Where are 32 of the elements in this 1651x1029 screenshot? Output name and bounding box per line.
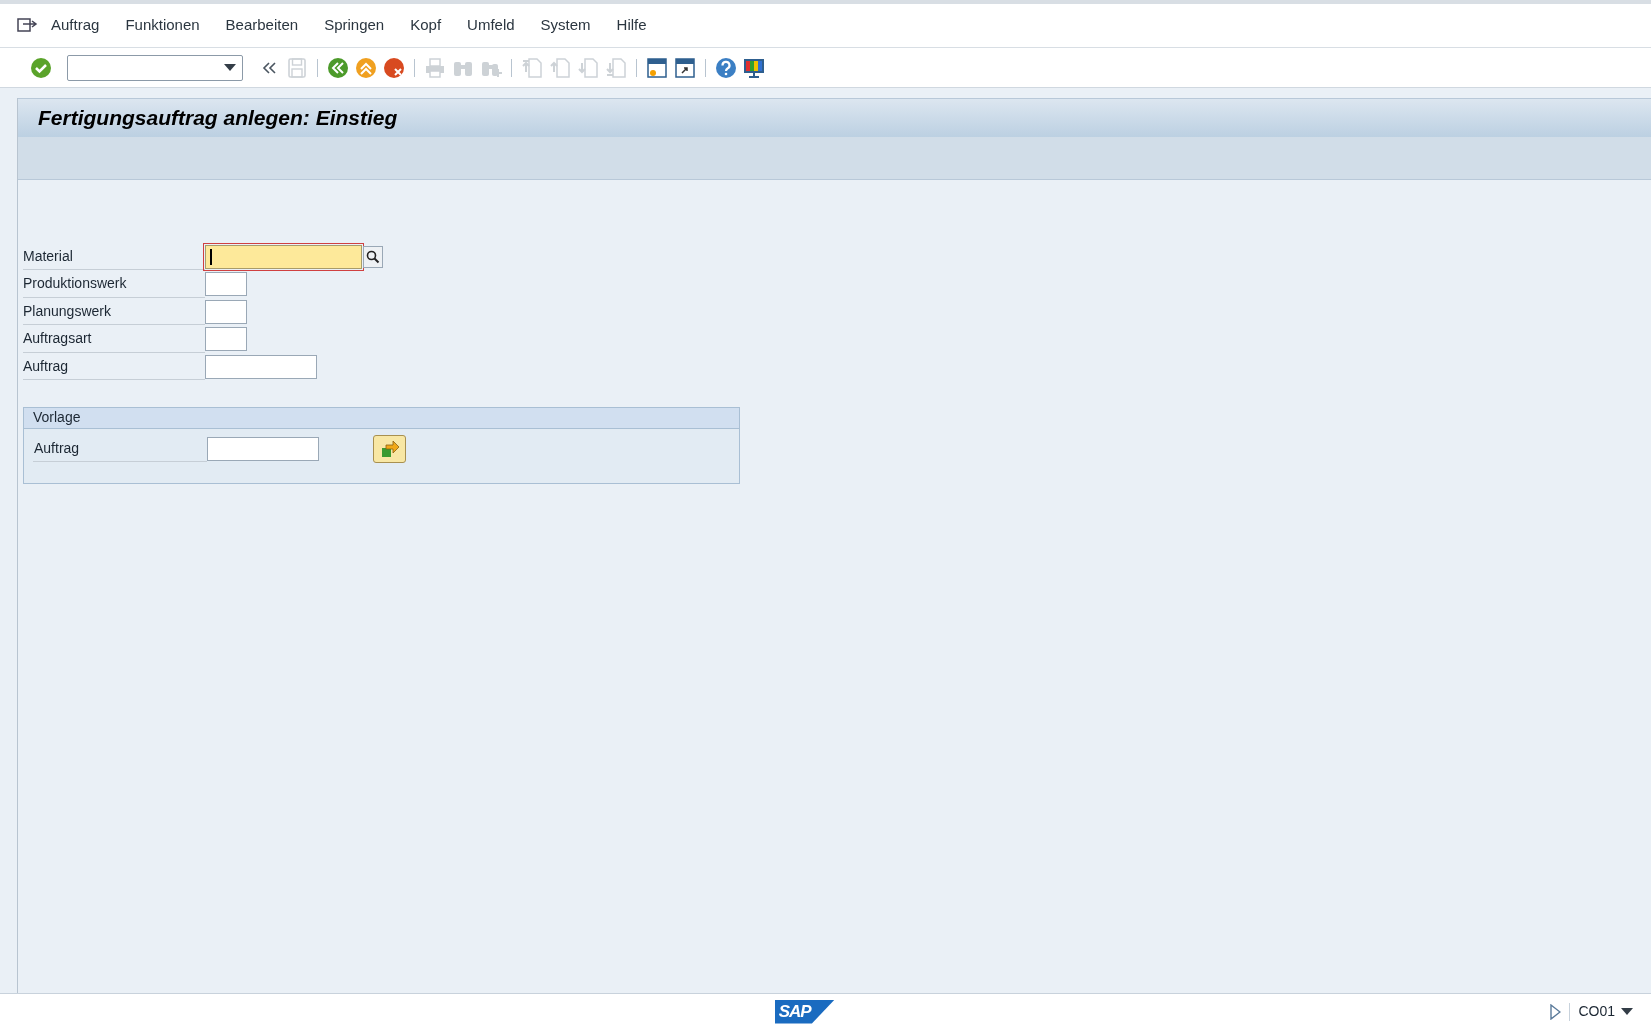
menu-item[interactable]: Hilfe — [616, 14, 647, 37]
menu-item[interactable]: Springen — [324, 14, 385, 37]
menu-item[interactable]: Auftrag — [51, 14, 100, 37]
input-field[interactable] — [205, 244, 362, 269]
menu-item[interactable]: Funktionen — [125, 14, 200, 37]
menu-item[interactable]: System — [540, 14, 591, 37]
menu-item[interactable]: Kopf — [410, 14, 442, 37]
back-icon[interactable] — [326, 55, 350, 80]
menu-icon[interactable] — [16, 16, 38, 35]
dropdown-caret-icon[interactable] — [224, 63, 236, 72]
menu-item[interactable]: Umfeld — [467, 14, 515, 37]
menu-item[interactable]: Bearbeiten — [225, 14, 299, 37]
arrow-icon — [379, 439, 400, 458]
shortcut-window-icon[interactable] — [673, 55, 697, 80]
play-icon[interactable] — [1549, 1003, 1562, 1020]
cancel-icon[interactable] — [382, 55, 406, 80]
checkmark-icon[interactable] — [29, 55, 53, 80]
input-field[interactable] — [205, 272, 247, 297]
copy-template-button[interactable] — [373, 434, 406, 463]
transaction-code: CO01 — [1578, 1002, 1615, 1021]
dropdown-caret-icon[interactable] — [1621, 1007, 1633, 1016]
input-field[interactable] — [205, 299, 247, 324]
command-field[interactable] — [67, 54, 243, 81]
input-field[interactable] — [205, 354, 317, 379]
screen-title: Fertigungsauftrag anlegen: Einstieg — [38, 105, 398, 132]
new-window-icon[interactable] — [645, 55, 669, 80]
input-field[interactable] — [207, 436, 319, 461]
sap-logo: SAP — [774, 999, 835, 1024]
exit-icon[interactable] — [354, 55, 378, 80]
help-icon[interactable] — [714, 55, 738, 80]
group-header: Vorlage — [24, 407, 739, 429]
input-field[interactable] — [205, 327, 247, 352]
